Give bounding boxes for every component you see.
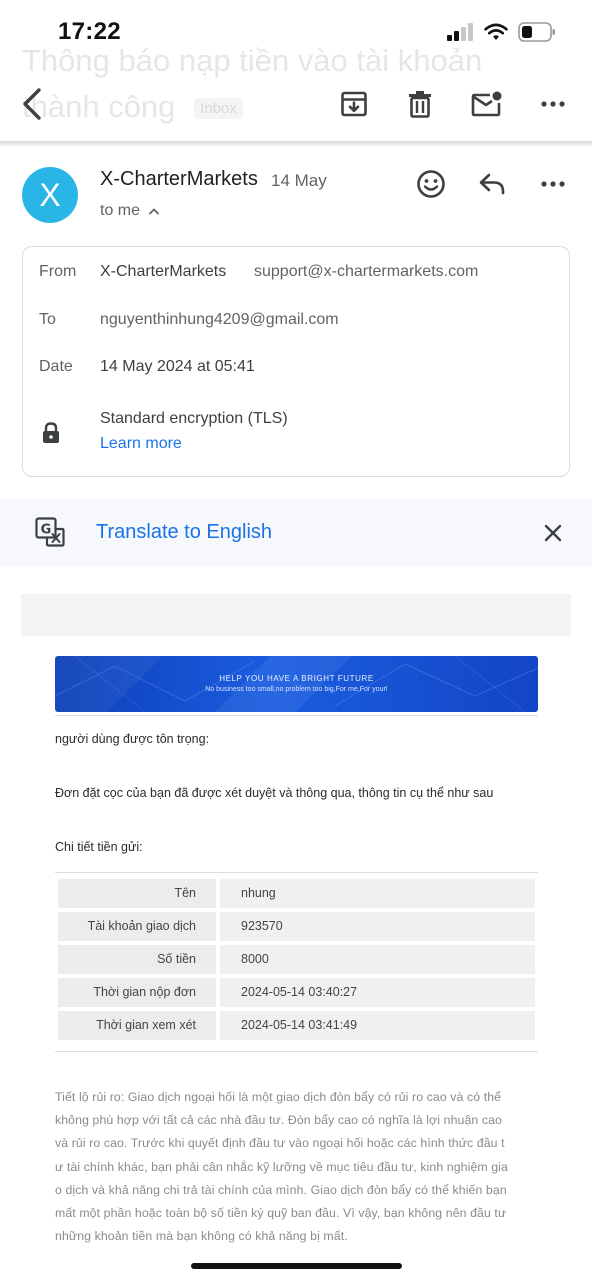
message-details-card: From X-CharterMarkets support@x-charterm… (22, 246, 570, 477)
details-heading: Chi tiết tiền gửi: (55, 840, 143, 854)
security-value: Standard encryption (TLS) (100, 410, 288, 427)
row-value: 2024-05-14 03:41:49 (220, 1011, 535, 1040)
risk-disclosure: Tiết lộ rủi ro: Giao dịch ngoại hối là m… (55, 1086, 538, 1248)
translate-icon: G (35, 517, 65, 547)
lock-icon (43, 422, 59, 443)
trash-icon (409, 91, 431, 118)
risk-line: o dịch và khả năng chi trả tài chính của… (55, 1182, 507, 1197)
email-toolbar (0, 70, 592, 140)
back-button[interactable] (10, 82, 54, 126)
row-value: 2024-05-14 03:40:27 (220, 978, 535, 1007)
date-value: 14 May 2024 at 05:41 (100, 358, 255, 375)
more-icon (541, 181, 565, 187)
translate-bar: G Translate to English (0, 499, 592, 566)
close-icon (544, 524, 562, 542)
archive-icon (341, 91, 367, 117)
table-row: Thời gian xem xét 2024-05-14 03:41:49 (58, 1011, 535, 1040)
chevron-up-icon (149, 208, 159, 215)
home-indicator[interactable] (191, 1263, 402, 1269)
risk-line: những khoản tiền mà bạn không có khả năn… (55, 1229, 348, 1244)
table-row: Tên nhung (58, 879, 535, 908)
emoji-smile-icon (417, 170, 445, 198)
svg-text:G: G (41, 523, 52, 538)
row-label: Tài khoản giao dịch (58, 912, 216, 941)
battery-icon (518, 22, 555, 42)
row-value: 923570 (220, 912, 535, 941)
more-options-button[interactable] (531, 82, 575, 126)
to-email[interactable]: nguyenthinhung4209@gmail.com (100, 311, 339, 329)
table-bottom-divider (55, 1051, 538, 1052)
sender-name: X-CharterMarkets (100, 168, 258, 190)
promo-banner: HELP YOU HAVE A BRIGHT FUTURE No busines… (55, 656, 538, 712)
row-label: Số tiền (58, 945, 216, 974)
table-row: Số tiền 8000 (58, 945, 535, 974)
from-label: From (39, 263, 77, 280)
table-row: Thời gian nộp đơn 2024-05-14 03:40:27 (58, 978, 535, 1007)
risk-line: ư tài chính khác, bạn phải cân nhắc kỹ l… (55, 1159, 508, 1174)
sender-avatar[interactable]: X (22, 167, 78, 223)
banner-title: HELP YOU HAVE A BRIGHT FUTURE (219, 674, 374, 683)
mark-unread-icon (471, 91, 502, 117)
date-label: Date (39, 358, 73, 375)
translate-close-button[interactable] (538, 518, 568, 548)
reply-button[interactable] (474, 166, 510, 202)
risk-line: và rủi ro cao. Trước khi quyết định đầu … (55, 1136, 505, 1151)
recipients-summary: to me (100, 202, 141, 219)
recipients-toggle[interactable]: to me (100, 202, 160, 220)
message-date: 14 May (271, 171, 327, 190)
banner-pattern (55, 656, 538, 712)
archive-button[interactable] (332, 82, 376, 126)
risk-line: không phù hợp với tất cả các nhà đầu tư.… (55, 1113, 502, 1128)
divider (55, 715, 538, 716)
table-row: Tài khoản giao dịch 923570 (58, 912, 535, 941)
intro-text: Đơn đặt cọc của bạn đã được xét duyệt và… (55, 786, 494, 800)
delete-button[interactable] (398, 82, 442, 126)
risk-line: Tiết lộ rủi ro: Giao dịch ngoại hối là m… (55, 1090, 502, 1104)
risk-line: mất một phần hoặc toàn bộ số tiền ký quỹ… (55, 1206, 507, 1221)
greeting-text: người dùng được tôn trọng: (55, 732, 210, 746)
row-value: nhung (220, 879, 535, 908)
learn-more-link[interactable]: Learn more (100, 435, 182, 453)
table-top-divider (55, 872, 538, 873)
toolbar-divider (0, 141, 592, 147)
email-header-band (21, 594, 571, 636)
from-email[interactable]: support@x-chartermarkets.com (254, 263, 478, 281)
message-more-button[interactable] (535, 166, 571, 202)
avatar-initial: X (39, 176, 61, 213)
back-arrow-icon (23, 88, 41, 120)
row-label: Tên (58, 879, 216, 908)
emoji-reaction-button[interactable] (413, 166, 449, 202)
more-icon (541, 101, 565, 107)
translate-link[interactable]: Translate to English (96, 521, 272, 544)
banner-subtitle: No business too small,no problem too big… (205, 686, 388, 693)
to-label: To (39, 311, 56, 328)
from-name: X-CharterMarkets (100, 263, 227, 280)
row-label: Thời gian nộp đơn (58, 978, 216, 1007)
mark-unread-button[interactable] (465, 82, 509, 126)
row-label: Thời gian xem xét (58, 1011, 216, 1040)
row-value: 8000 (220, 945, 535, 974)
reply-icon (479, 173, 505, 195)
